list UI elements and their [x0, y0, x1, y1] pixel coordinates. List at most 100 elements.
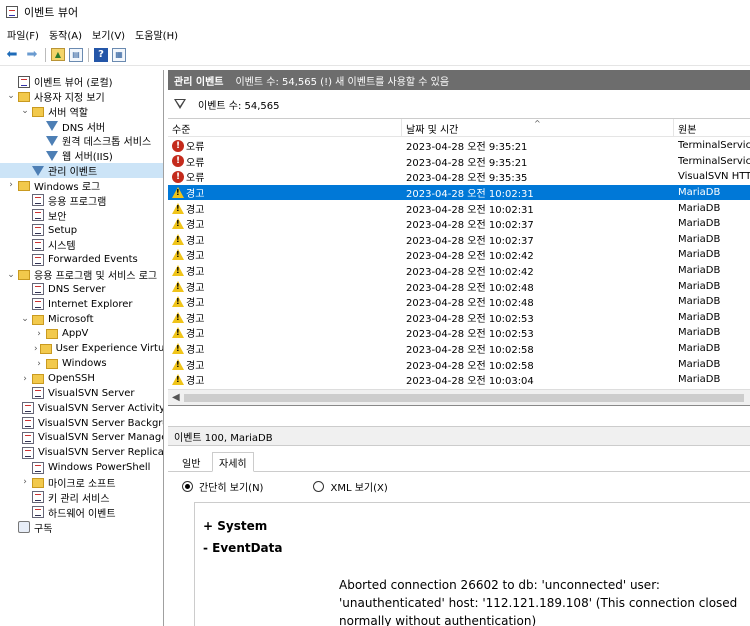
tree-item[interactable]: ⌄ 서버 역할 — [0, 104, 163, 119]
event-row[interactable]: !오류 2023-04-28 오전 9:35:21 TerminalServices — [168, 154, 750, 170]
chevron-down-icon[interactable]: ⌄ — [6, 91, 16, 101]
tree-item[interactable]: 보안 — [0, 208, 163, 223]
tree-item[interactable]: 시스템 — [0, 237, 163, 252]
xml-view-label[interactable]: XML 보기(X) — [330, 479, 387, 494]
event-detail-header: 이벤트 100, MariaDB — [168, 426, 750, 446]
toolbar: ⬅ ➡ ▲ ▤ ? ▦ — [0, 44, 750, 66]
forward-arrow-icon[interactable]: ➡ — [24, 47, 40, 63]
tree-item[interactable]: 원격 데스크톱 서비스 — [0, 133, 163, 148]
tree-item[interactable]: › Windows — [0, 356, 163, 371]
chevron-right-icon[interactable]: › — [6, 180, 16, 190]
event-row[interactable]: 경고 2023-04-28 오전 10:03:04 MariaDB — [168, 372, 750, 388]
event-viewer-icon — [18, 75, 30, 88]
column-source[interactable]: 원본 — [674, 119, 750, 137]
tab-details[interactable]: 자세히 — [212, 452, 254, 472]
tree-item[interactable]: DNS Server — [0, 282, 163, 297]
chevron-right-icon[interactable]: › — [34, 329, 44, 339]
scrollbar-thumb[interactable] — [184, 394, 744, 402]
menu-help[interactable]: 도움말(H) — [130, 27, 183, 42]
tree-item[interactable]: Setup — [0, 223, 163, 238]
tree-item[interactable]: 웹 서버(IIS) — [0, 148, 163, 163]
event-row[interactable]: 경고 2023-04-28 오전 10:02:48 MariaDB — [168, 278, 750, 294]
up-folder-icon[interactable]: ▲ — [51, 48, 65, 61]
system-node[interactable]: + System — [203, 519, 267, 533]
eventdata-node[interactable]: - EventData — [203, 541, 283, 555]
column-datetime[interactable]: 날짜 및 시간 — [402, 119, 674, 137]
tree-item[interactable]: VisualSVN Server Replication — [0, 445, 163, 460]
menu-view[interactable]: 보기(V) — [87, 27, 130, 42]
back-arrow-icon[interactable]: ⬅ — [4, 47, 20, 63]
tree-item[interactable]: Forwarded Events — [0, 252, 163, 267]
chevron-right-icon[interactable]: › — [20, 477, 30, 487]
column-level[interactable]: 수준 — [168, 119, 402, 137]
event-level-cell: ! 오류 — [172, 169, 402, 185]
tree-item[interactable]: › User Experience Virtualization — [0, 341, 163, 356]
tree-item[interactable]: › AppV — [0, 326, 163, 341]
event-row[interactable]: !오류 2023-04-28 오전 9:35:21 TerminalServices — [168, 138, 750, 154]
event-row[interactable]: 경고 2023-04-28 오전 10:02:31 MariaDB — [168, 200, 750, 216]
tree-item[interactable]: VisualSVN Server Activity — [0, 401, 163, 416]
event-source-cell: MariaDB — [678, 358, 721, 370]
event-row[interactable]: 경고 2023-04-28 오전 10:02:58 MariaDB — [168, 341, 750, 357]
event-row[interactable]: 경고 2023-04-28 오전 10:02:53 MariaDB — [168, 310, 750, 326]
tree-item[interactable]: 관리 이벤트 — [0, 163, 163, 179]
tree-item-label: 이벤트 뷰어 (로컬) — [34, 78, 113, 89]
tree-item[interactable]: ⌄ 응용 프로그램 및 서비스 로그 — [0, 267, 163, 283]
xml-view-radio[interactable] — [313, 480, 325, 492]
menu-file[interactable]: 파일(F) — [2, 27, 44, 42]
event-datetime-cell: 2023-04-28 오전 10:02:31 — [406, 189, 534, 201]
event-row[interactable]: 경고 2023-04-28 오전 10:02:53 MariaDB — [168, 325, 750, 341]
tree-item[interactable]: ⌄ 사용자 지정 보기 — [0, 89, 163, 104]
tree-item[interactable]: › 마이크로 소프트 — [0, 475, 163, 490]
chevron-down-icon[interactable]: ⌄ — [6, 270, 16, 280]
chevron-right-icon[interactable]: › — [34, 344, 38, 354]
event-row[interactable]: 경고 2023-04-28 오전 10:02:42 MariaDB — [168, 247, 750, 263]
tree-item[interactable]: VisualSVN Server — [0, 386, 163, 401]
tree-item[interactable]: › Windows 로그 — [0, 178, 163, 193]
chevron-down-icon[interactable]: ⌄ — [20, 314, 30, 324]
tree-item[interactable]: 이벤트 뷰어 (로컬) — [0, 74, 163, 89]
event-level-text: 경고 — [186, 251, 205, 263]
friendly-view-label[interactable]: 간단히 보기(N) — [199, 479, 263, 494]
menu-action[interactable]: 동작(A) — [44, 27, 87, 42]
tree-item[interactable]: Internet Explorer — [0, 297, 163, 312]
chevron-right-icon[interactable]: › — [20, 374, 30, 384]
tree-item-label: 서버 역할 — [48, 107, 88, 119]
event-level-text: 경고 — [186, 189, 205, 201]
show-hide-tree-icon[interactable]: ▤ — [69, 47, 83, 62]
tree-item[interactable]: 하드웨어 이벤트 — [0, 505, 163, 520]
help-icon[interactable]: ? — [94, 47, 108, 62]
event-row[interactable]: 경고 2023-04-28 오전 10:02:37 MariaDB — [168, 216, 750, 232]
log-icon — [32, 506, 44, 519]
event-row[interactable]: 경고 2023-04-28 오전 10:02:58 MariaDB — [168, 356, 750, 372]
event-row[interactable]: 경고 2023-04-28 오전 10:02:37 MariaDB — [168, 232, 750, 248]
warning-icon — [172, 311, 184, 323]
tree-item[interactable]: VisualSVN Server Management — [0, 430, 163, 445]
scroll-left-icon[interactable]: ◀ — [172, 392, 180, 403]
event-row[interactable]: 경고 2023-04-28 오전 10:02:31 MariaDB — [168, 184, 750, 201]
tree-item[interactable]: DNS 서버 — [0, 119, 163, 134]
tree-item[interactable]: VisualSVN Server Background — [0, 416, 163, 431]
horizontal-scrollbar[interactable]: ◀ — [168, 389, 750, 405]
chevron-right-icon[interactable]: › — [34, 359, 44, 369]
event-row[interactable]: 경고 2023-04-28 오전 10:02:48 MariaDB — [168, 294, 750, 310]
tree-item[interactable]: › OpenSSH — [0, 371, 163, 386]
chevron-down-icon[interactable]: ⌄ — [20, 106, 30, 116]
event-row[interactable]: 경고 2023-04-28 오전 10:02:42 MariaDB — [168, 263, 750, 279]
log-icon — [32, 238, 44, 251]
warning-icon — [172, 327, 184, 339]
event-level-cell: 경고 — [172, 356, 402, 372]
tree-item[interactable]: 키 관리 서비스 — [0, 490, 163, 505]
tree-item[interactable]: 응용 프로그램 — [0, 193, 163, 208]
event-row[interactable]: ! 오류 2023-04-28 오전 9:35:35 VisualSVN HTTP — [168, 169, 750, 185]
properties-icon[interactable]: ▦ — [112, 47, 126, 62]
friendly-view-radio[interactable] — [182, 480, 193, 492]
tree-item[interactable]: Windows PowerShell — [0, 460, 163, 475]
tree-item[interactable]: 구독 — [0, 520, 163, 535]
filter-icon — [46, 121, 58, 132]
folder-icon — [39, 344, 52, 355]
tab-general[interactable]: 일반 — [176, 452, 206, 472]
view-mode-options: 간단히 보기(N) XML 보기(X) — [182, 478, 388, 494]
warning-icon — [172, 358, 184, 370]
tree-item[interactable]: ⌄ Microsoft — [0, 312, 163, 327]
